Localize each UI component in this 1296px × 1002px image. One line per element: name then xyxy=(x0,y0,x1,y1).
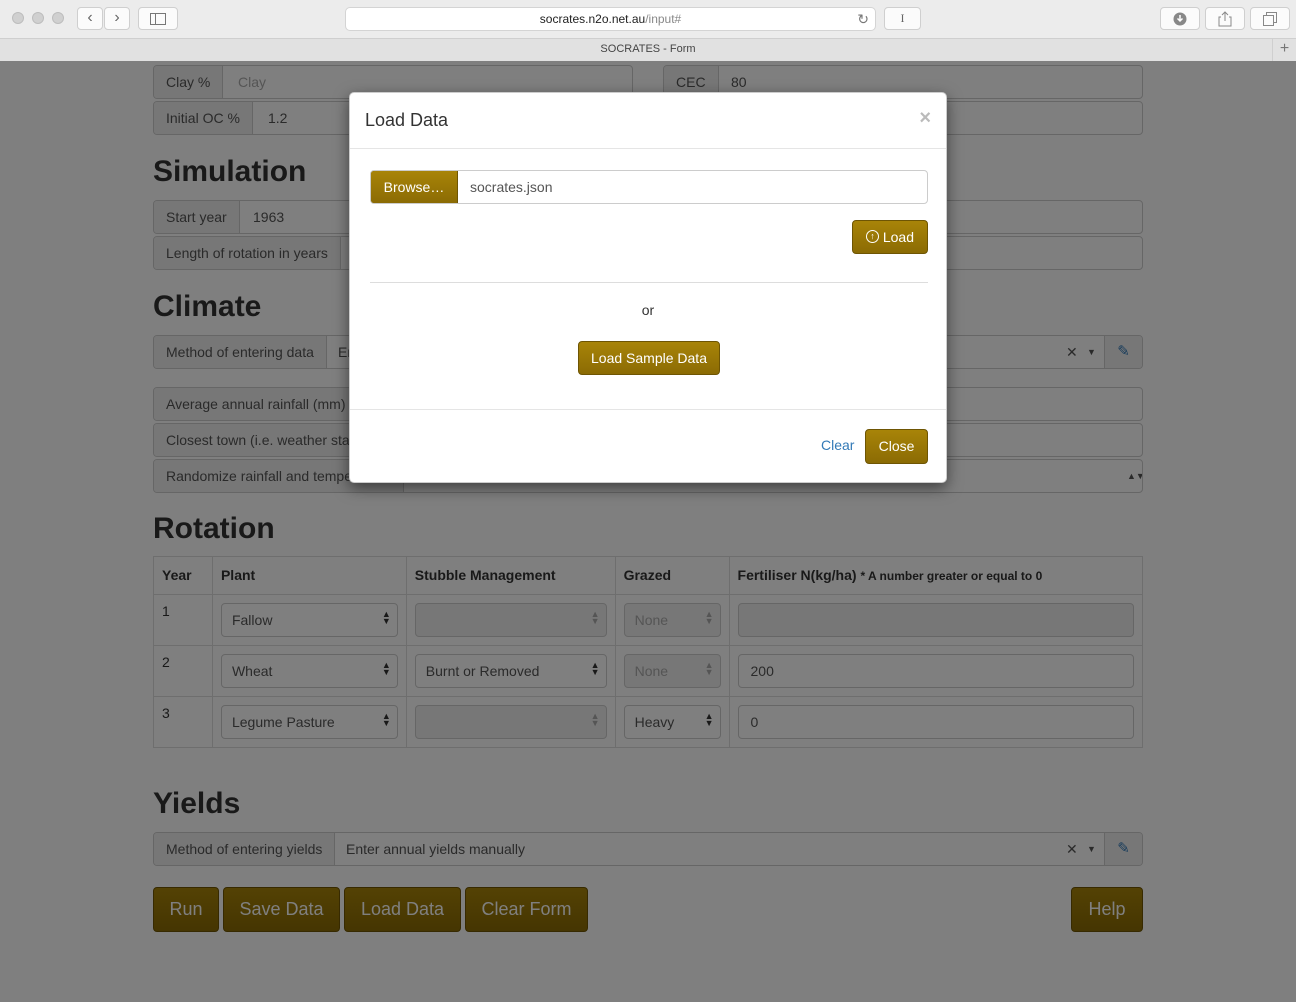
load-data-modal: Load Data × Browse… socrates.json ↑ Load… xyxy=(349,92,947,483)
tab-bar: SOCRATES - Form + xyxy=(0,38,1296,61)
tabs-icon xyxy=(1263,12,1277,26)
forward-button[interactable]: › xyxy=(104,7,130,30)
load-button-label: Load xyxy=(882,229,915,245)
address-bar[interactable]: socrates.n2o.net.au/input# ↻ xyxy=(345,7,876,31)
browse-button[interactable]: Browse… xyxy=(371,171,458,203)
zoom-window-button[interactable] xyxy=(52,12,64,24)
back-button[interactable]: ‹ xyxy=(77,7,103,30)
sidebar-icon xyxy=(150,13,166,25)
close-window-button[interactable] xyxy=(12,12,24,24)
tab-title[interactable]: SOCRATES - Form xyxy=(600,43,695,55)
browser-chrome: ‹ › socrates.n2o.net.au/input# ↻ I SOCRA… xyxy=(0,0,1296,61)
upload-circle-icon: ↑ xyxy=(865,230,879,244)
modal-title: Load Data xyxy=(365,110,449,130)
load-button[interactable]: ↑ Load xyxy=(852,220,928,254)
chevron-left-icon: ‹ xyxy=(87,9,93,26)
modal-header: Load Data × xyxy=(350,93,946,149)
sidebar-button[interactable] xyxy=(138,7,178,30)
plus-icon: + xyxy=(1279,40,1290,57)
filename-field[interactable]: socrates.json xyxy=(458,171,552,203)
url-host: socrates.n2o.net.au xyxy=(539,12,646,26)
reload-icon[interactable]: ↻ xyxy=(857,8,869,31)
close-icon[interactable]: × xyxy=(919,107,931,130)
reader-icon: I xyxy=(900,11,905,25)
downloads-button[interactable] xyxy=(1160,7,1200,30)
modal-footer: Clear Close xyxy=(350,409,946,483)
share-button[interactable] xyxy=(1205,7,1245,30)
clear-link[interactable]: Clear xyxy=(821,437,854,453)
load-sample-data-button[interactable]: Load Sample Data xyxy=(578,341,720,375)
url-path: /input# xyxy=(645,12,682,26)
download-icon xyxy=(1173,12,1187,26)
chevron-right-icon: › xyxy=(114,9,120,26)
tabs-overview-button[interactable] xyxy=(1250,7,1290,30)
share-icon xyxy=(1218,11,1232,27)
or-text: or xyxy=(641,302,655,318)
close-button[interactable]: Close xyxy=(865,429,928,464)
file-input-group: Browse… socrates.json xyxy=(370,170,928,204)
reader-button[interactable]: I xyxy=(884,7,921,30)
minimize-window-button[interactable] xyxy=(32,12,44,24)
new-tab-button[interactable]: + xyxy=(1272,39,1296,61)
divider xyxy=(370,282,928,283)
